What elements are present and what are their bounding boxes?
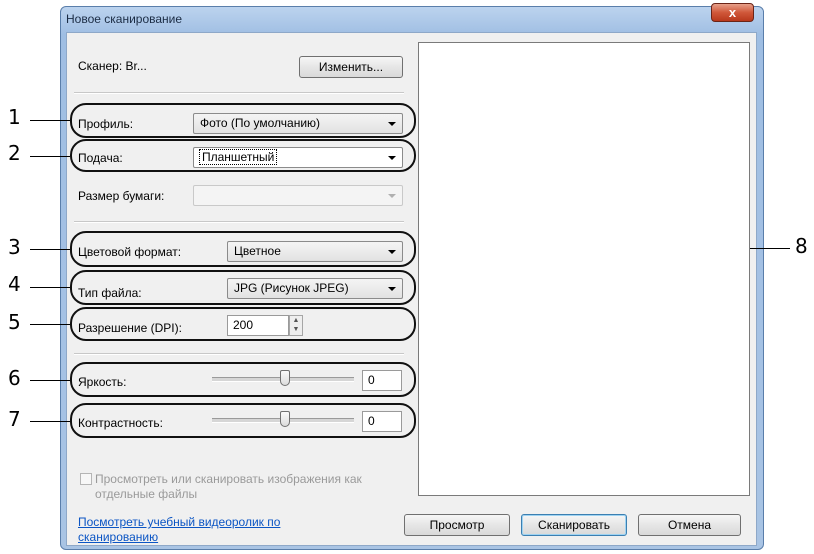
- callout-number: 8: [795, 234, 808, 258]
- video-tutorial-link[interactable]: Посмотреть учебный видеоролик по: [78, 515, 280, 529]
- separate-files-label-line2: отдельные файлы: [95, 487, 198, 501]
- preview-pane: [418, 42, 750, 496]
- change-scanner-button[interactable]: Изменить...: [299, 56, 403, 78]
- callout-leader: [30, 249, 70, 250]
- separate-files-checkbox: [80, 473, 92, 485]
- callout-oval-profile: [70, 103, 416, 138]
- close-icon: x: [728, 5, 737, 20]
- callout-leader: [30, 120, 70, 121]
- separator: [74, 353, 404, 355]
- callout-oval-source: [70, 139, 416, 172]
- callout-number: 2: [8, 141, 21, 165]
- preview-button[interactable]: Просмотр: [404, 514, 510, 536]
- callout-leader: [30, 324, 70, 325]
- callout-oval-file-type: [70, 270, 416, 305]
- paper-size-label: Размер бумаги:: [78, 189, 165, 203]
- cancel-button[interactable]: Отмена: [638, 514, 741, 536]
- callout-leader: [30, 380, 70, 381]
- scan-button[interactable]: Сканировать: [521, 514, 627, 536]
- callout-oval-contrast: [70, 403, 416, 438]
- window-title: Новое сканирование: [66, 12, 183, 26]
- callout-number: 4: [8, 272, 21, 296]
- separator: [74, 92, 404, 94]
- callout-leader: [30, 287, 70, 288]
- close-button[interactable]: x: [711, 3, 754, 22]
- separate-files-label: Просмотреть или сканировать изображения …: [95, 472, 362, 486]
- callout-oval-brightness: [70, 362, 416, 397]
- callout-oval-color-format: [70, 231, 416, 267]
- chevron-down-icon: [388, 194, 396, 198]
- callout-number: 5: [8, 310, 21, 334]
- callout-number: 1: [8, 105, 21, 129]
- callout-number: 7: [8, 407, 21, 431]
- video-tutorial-link-line2[interactable]: сканированию: [78, 530, 158, 544]
- callout-leader: [30, 156, 70, 157]
- callout-leader: [30, 421, 70, 422]
- paper-size-dropdown: [193, 185, 403, 206]
- callout-number: 3: [8, 235, 21, 259]
- callout-leader: [750, 248, 790, 249]
- separator: [74, 221, 404, 223]
- callout-oval-resolution: [70, 307, 416, 341]
- callout-number: 6: [8, 366, 21, 390]
- scanner-label: Сканер: Br...: [78, 59, 147, 73]
